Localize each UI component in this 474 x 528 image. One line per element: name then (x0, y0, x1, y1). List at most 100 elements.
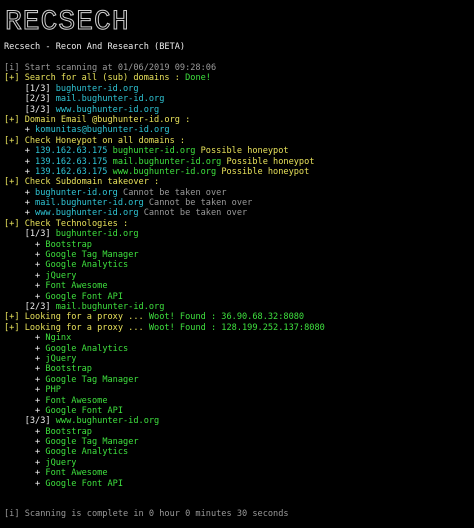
output-line: + komunitas@bughunter-id.org (4, 125, 474, 135)
output-segment: komunitas@bughunter-id.org (35, 125, 170, 136)
output-segment: [+] Check Subdomain takeover : (4, 177, 160, 188)
output-segment: + (4, 281, 46, 292)
output-line: + Google Analytics (4, 344, 474, 354)
output-segment: jQuery (45, 353, 77, 364)
output-segment: [1/3] (4, 83, 56, 94)
output-segment: bughunter-id.org (55, 229, 139, 240)
output-segment: bughunter-id.org (55, 83, 139, 94)
output-line: + Nginx (4, 333, 474, 343)
output-line: + jQuery (4, 354, 474, 364)
output-line: [+] Domain Email @bughunter-id.org : (4, 115, 474, 125)
output-segment: + (4, 146, 36, 157)
output-line: + Bootstrap (4, 240, 474, 250)
output-segment: [3/3] (4, 104, 56, 115)
output-segment: + (4, 198, 36, 209)
output-segment: + (4, 333, 46, 344)
output-segment: + (4, 395, 46, 406)
output-segment: Google Font API (45, 478, 124, 489)
output-segment: + (4, 156, 36, 167)
output-segment: [+] Domain Email @bughunter-id.org : (4, 114, 191, 125)
output-segment: Cannot be taken over (117, 187, 227, 198)
output-segment: [3/3] (4, 416, 56, 427)
output-segment: + (4, 468, 46, 479)
output-segment: Google Analytics (45, 447, 129, 458)
output-line: [+] Check Honeypot on all domains : (4, 136, 474, 146)
output-segment: Google Tag Manager (45, 250, 139, 261)
output-segment: [+] Check Honeypot on all domains : (4, 135, 186, 146)
output-segment: + (4, 270, 46, 281)
output-line: + Google Analytics (4, 260, 474, 270)
output-segment: Done! (185, 73, 211, 84)
recsech-logo: RECSECH (5, 7, 130, 38)
output-line: + Google Tag Manager (4, 250, 474, 260)
output-segment: + (4, 478, 46, 489)
output-segment: [i] Start scanning at 01/06/2019 09:28:0… (4, 63, 217, 73)
output-segment: + (4, 385, 46, 396)
output-line: [+] Looking for a proxy ... Woot! Found … (4, 323, 474, 333)
output-segment: Font Awesome (45, 468, 108, 479)
output-line: + Bootstrap (4, 364, 474, 374)
output-segment: + (4, 437, 46, 448)
output-segment: www.bughunter-id.org (35, 208, 139, 219)
output-line: + PHP (4, 385, 474, 395)
output-segment: + (4, 353, 46, 364)
scan-complete-status: [i] Scanning is complete in 0 hour 0 min… (4, 509, 289, 519)
output-line: + Font Awesome (4, 468, 474, 478)
terminal-output: [i] Start scanning at 01/06/2019 09:28:0… (4, 63, 474, 489)
output-line: + Google Font API (4, 479, 474, 489)
output-line: [+] Search for all (sub) domains : Done! (4, 73, 474, 83)
output-line: + jQuery (4, 458, 474, 468)
output-line: [1/3] bughunter-id.org (4, 84, 474, 94)
output-line: + Font Awesome (4, 281, 474, 291)
output-line: + Google Tag Manager (4, 375, 474, 385)
output-segment: Possible honeypot (200, 146, 289, 157)
output-segment: bughunter-id.org (107, 146, 201, 157)
output-segment: + (4, 291, 46, 302)
output-segment: Google Tag Manager (45, 437, 139, 448)
output-line: [+] Check Subdomain takeover : (4, 177, 474, 187)
output-segment: + (4, 187, 36, 198)
output-line: + jQuery (4, 271, 474, 281)
output-segment: Cannot be taken over (143, 198, 253, 209)
output-line: + Google Analytics (4, 447, 474, 457)
output-segment: + (4, 405, 46, 416)
output-line: + bughunter-id.org Cannot be taken over (4, 188, 474, 198)
output-segment: Google Analytics (45, 260, 129, 271)
output-line: + 139.162.63.175 bughunter-id.org Possib… (4, 146, 474, 156)
output-segment: [+] Search for all (sub) domains : (4, 73, 186, 84)
output-line: [2/3] mail.bughunter-id.org (4, 94, 474, 104)
output-segment: + (4, 250, 46, 261)
output-segment: + (4, 457, 46, 468)
output-line: + Bootstrap (4, 427, 474, 437)
output-segment: + (4, 239, 46, 250)
output-segment: jQuery (45, 270, 77, 281)
output-segment: Google Font API (45, 291, 124, 302)
output-segment: [+] Looking for a proxy ... (4, 312, 149, 323)
output-segment: www.bughunter-id.org (107, 166, 222, 177)
output-segment: + (4, 125, 36, 136)
output-line: [3/3] www.bughunter-id.org (4, 105, 474, 115)
output-segment: Google Font API (45, 405, 124, 416)
output-segment: [2/3] (4, 94, 56, 105)
output-line: + 139.162.63.175 mail.bughunter-id.org P… (4, 157, 474, 167)
output-segment: Possible honeypot (221, 166, 310, 177)
output-segment: Font Awesome (45, 395, 108, 406)
output-segment: mail.bughunter-id.org (107, 156, 227, 167)
output-line: + Google Font API (4, 292, 474, 302)
output-segment: Bootstrap (45, 239, 92, 250)
output-segment: + (4, 426, 46, 437)
output-segment: mail.bughunter-id.org (55, 94, 165, 105)
output-segment: Woot! Found : 128.199.252.137:8080 (148, 322, 325, 333)
output-line: [i] Start scanning at 01/06/2019 09:28:0… (4, 63, 474, 73)
output-segment: + (4, 364, 46, 375)
output-segment: + (4, 447, 46, 458)
output-segment: + (4, 374, 46, 385)
output-segment: Possible honeypot (226, 156, 315, 167)
output-segment: + (4, 343, 46, 354)
output-segment: bughunter-id.org (35, 187, 118, 198)
output-segment: Google Tag Manager (45, 374, 139, 385)
output-line: + Google Tag Manager (4, 437, 474, 447)
output-segment: + (4, 208, 36, 219)
output-segment: jQuery (45, 457, 77, 468)
output-segment: [+] Looking for a proxy ... (4, 322, 149, 333)
